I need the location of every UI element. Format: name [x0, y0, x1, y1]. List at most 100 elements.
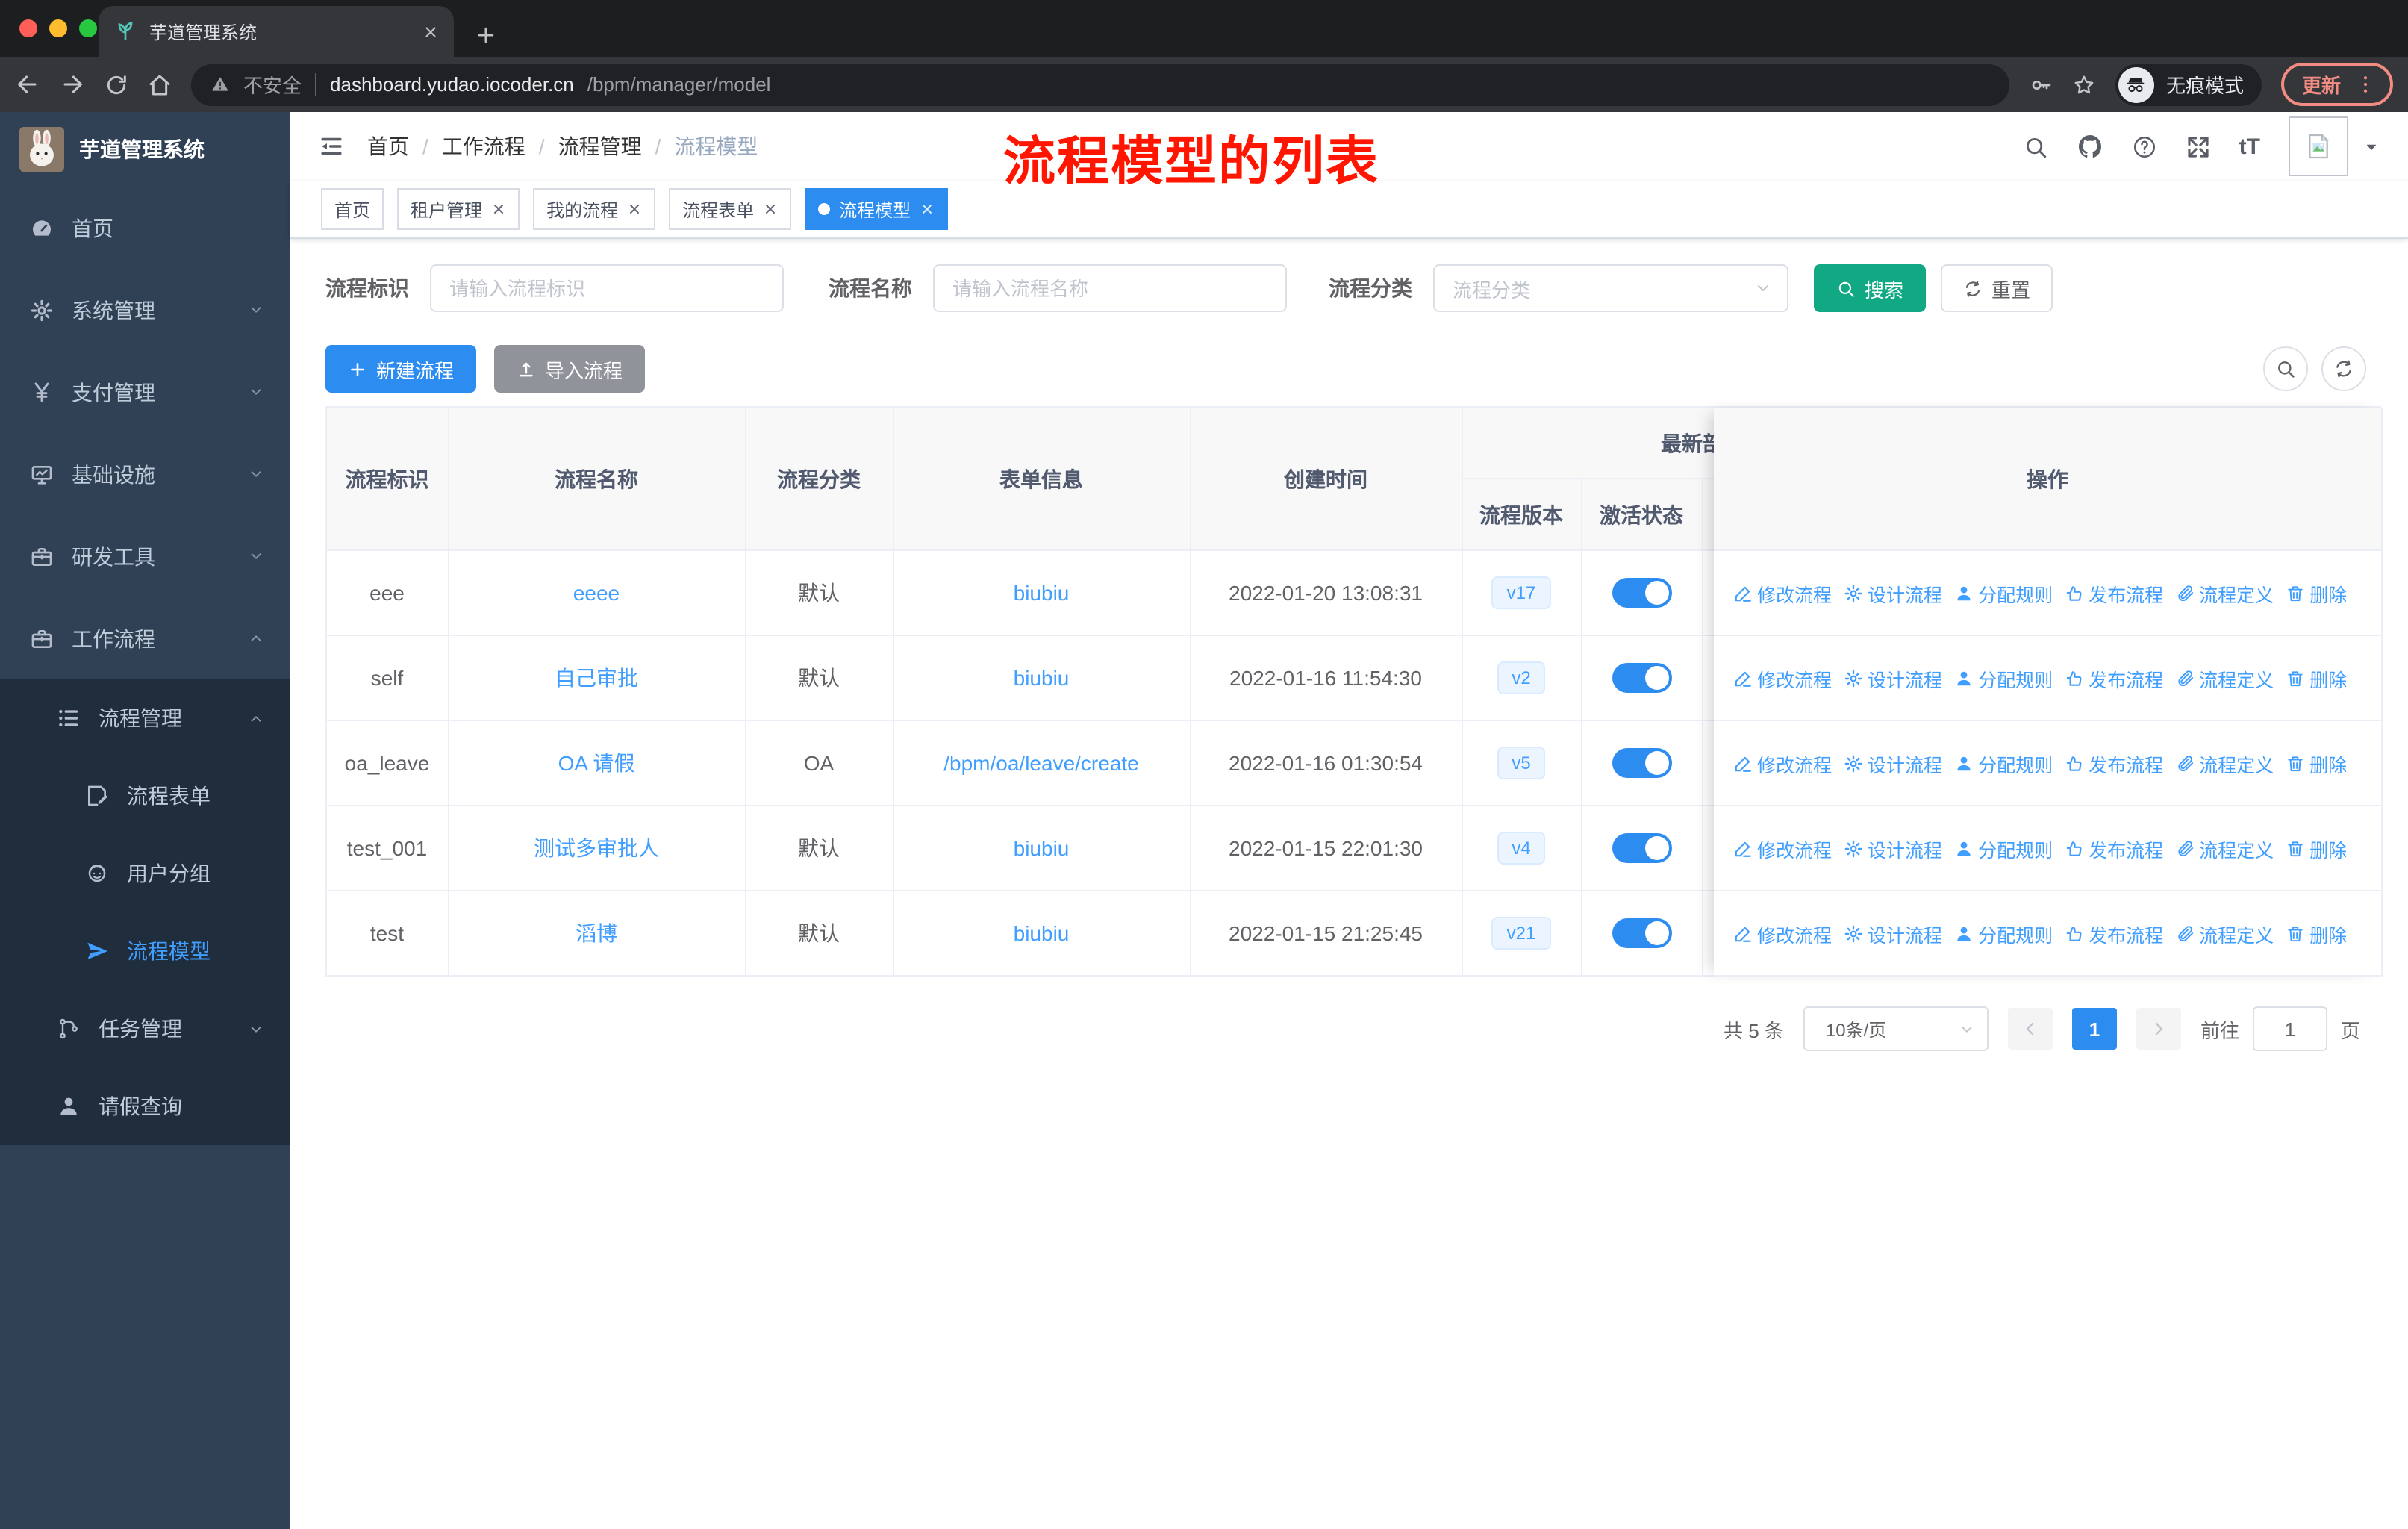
action-assign-link[interactable]: 分配规则: [1954, 664, 2053, 692]
cell-form-info-link[interactable]: biubiu: [1014, 836, 1070, 860]
reset-button[interactable]: 重置: [1941, 264, 2053, 312]
search-button[interactable]: 搜索: [1814, 264, 1927, 312]
tab-close-icon[interactable]: [422, 23, 439, 40]
browser-tab[interactable]: 芋道管理系统: [99, 6, 454, 57]
sidebar-item[interactable]: 流程管理: [0, 679, 290, 757]
bookmark-star-icon[interactable]: [2072, 72, 2096, 96]
action-publish-link[interactable]: 发布流程: [2065, 749, 2163, 777]
create-process-button[interactable]: 新建流程: [325, 345, 477, 393]
action-delete-link[interactable]: 删除: [2286, 664, 2347, 692]
github-icon[interactable]: [2077, 133, 2103, 160]
action-design-link[interactable]: 设计流程: [1844, 834, 1942, 862]
action-design-link[interactable]: 设计流程: [1844, 919, 1942, 947]
process-name-input[interactable]: [933, 264, 1287, 312]
prev-page-button[interactable]: [2007, 1008, 2053, 1050]
cell-form-info-link[interactable]: biubiu: [1014, 666, 1070, 690]
sidebar-item[interactable]: 流程表单: [0, 757, 290, 835]
back-button[interactable]: [15, 72, 40, 97]
sidebar-item[interactable]: 基础设施: [0, 433, 290, 515]
action-definition-link[interactable]: 流程定义: [2175, 919, 2274, 947]
action-delete-link[interactable]: 删除: [2286, 834, 2347, 862]
action-edit-link[interactable]: 修改流程: [1733, 749, 1832, 777]
sidebar-item[interactable]: 任务管理: [0, 990, 290, 1068]
page-number-button[interactable]: 1: [2071, 1008, 2117, 1050]
tag-active[interactable]: 流程模型: [805, 188, 949, 230]
sidebar-item[interactable]: 研发工具: [0, 515, 290, 597]
action-edit-link[interactable]: 修改流程: [1733, 834, 1832, 862]
refresh-table-button[interactable]: [2321, 346, 2366, 391]
action-definition-link[interactable]: 流程定义: [2175, 834, 2274, 862]
action-delete-link[interactable]: 删除: [2286, 749, 2347, 777]
activation-toggle[interactable]: [1612, 833, 1671, 863]
next-page-button[interactable]: [2136, 1008, 2181, 1050]
action-publish-link[interactable]: 发布流程: [2065, 834, 2163, 862]
browser-menu-icon[interactable]: [2354, 73, 2377, 96]
action-edit-link[interactable]: 修改流程: [1733, 579, 1832, 607]
update-button[interactable]: 更新: [2280, 63, 2393, 106]
category-select[interactable]: 流程分类: [1433, 264, 1788, 312]
activation-toggle[interactable]: [1612, 578, 1671, 608]
sidebar-item[interactable]: 工作流程: [0, 597, 290, 679]
import-process-button[interactable]: 导入流程: [494, 345, 646, 393]
action-assign-link[interactable]: 分配规则: [1954, 919, 2053, 947]
action-definition-link[interactable]: 流程定义: [2175, 749, 2274, 777]
action-edit-link[interactable]: 修改流程: [1733, 919, 1832, 947]
activation-toggle[interactable]: [1612, 663, 1671, 693]
home-button[interactable]: [148, 72, 172, 96]
avatar[interactable]: [2289, 116, 2348, 176]
cell-process-name-link[interactable]: 自己审批: [555, 666, 638, 690]
fullscreen-icon[interactable]: [2186, 134, 2211, 159]
cell-form-info-link[interactable]: biubiu: [1014, 921, 1070, 945]
action-assign-link[interactable]: 分配规则: [1954, 579, 2053, 607]
process-id-input[interactable]: [430, 264, 784, 312]
close-icon[interactable]: [491, 202, 506, 217]
reload-button[interactable]: [105, 72, 128, 96]
action-assign-link[interactable]: 分配规则: [1954, 834, 2053, 862]
cell-process-name-link[interactable]: OA 请假: [558, 751, 635, 775]
sidebar-fold-icon[interactable]: [318, 133, 345, 160]
tag-item[interactable]: 租户管理: [397, 188, 520, 230]
goto-page-input[interactable]: [2252, 1006, 2327, 1051]
forward-button[interactable]: [60, 72, 85, 97]
close-icon[interactable]: [763, 202, 778, 217]
sidebar-item[interactable]: 流程模型: [0, 912, 290, 990]
new-tab-button[interactable]: [475, 24, 497, 46]
avatar-caret-icon[interactable]: [2363, 138, 2380, 155]
action-definition-link[interactable]: 流程定义: [2175, 664, 2274, 692]
tag-item[interactable]: 流程表单: [669, 188, 792, 230]
sidebar-item[interactable]: 首页: [0, 187, 290, 269]
action-definition-link[interactable]: 流程定义: [2175, 579, 2274, 607]
cell-process-name-link[interactable]: 测试多审批人: [534, 836, 659, 860]
action-design-link[interactable]: 设计流程: [1844, 664, 1942, 692]
sidebar-item[interactable]: 用户分组: [0, 835, 290, 912]
url-bar[interactable]: 不安全 dashboard.yudao.iocoder.cn /bpm/mana…: [191, 63, 2009, 105]
show-search-button[interactable]: [2263, 346, 2308, 391]
breadcrumb-item[interactable]: 首页: [367, 131, 409, 161]
font-size-icon[interactable]: tT: [2239, 134, 2260, 159]
cell-form-info-link[interactable]: biubiu: [1014, 581, 1070, 605]
close-icon[interactable]: [920, 202, 935, 217]
minimize-window-button[interactable]: [49, 19, 67, 37]
action-publish-link[interactable]: 发布流程: [2065, 919, 2163, 947]
action-design-link[interactable]: 设计流程: [1844, 579, 1942, 607]
sidebar-item[interactable]: 系统管理: [0, 269, 290, 351]
action-edit-link[interactable]: 修改流程: [1733, 664, 1832, 692]
cell-process-name-link[interactable]: 滔博: [576, 921, 617, 945]
search-icon[interactable]: [2023, 134, 2048, 159]
tag-item[interactable]: 我的流程: [533, 188, 656, 230]
cell-form-info-link[interactable]: /bpm/oa/leave/create: [943, 751, 1139, 775]
breadcrumb-item[interactable]: 工作流程: [442, 131, 525, 161]
action-delete-link[interactable]: 删除: [2286, 579, 2347, 607]
password-key-icon[interactable]: [2029, 72, 2053, 96]
action-publish-link[interactable]: 发布流程: [2065, 664, 2163, 692]
activation-toggle[interactable]: [1612, 918, 1671, 948]
action-assign-link[interactable]: 分配规则: [1954, 749, 2053, 777]
close-window-button[interactable]: [19, 19, 37, 37]
action-design-link[interactable]: 设计流程: [1844, 749, 1942, 777]
action-publish-link[interactable]: 发布流程: [2065, 579, 2163, 607]
breadcrumb-item[interactable]: 流程管理: [558, 131, 642, 161]
action-delete-link[interactable]: 删除: [2286, 919, 2347, 947]
tag-item[interactable]: 首页: [321, 188, 384, 230]
help-icon[interactable]: [2132, 134, 2157, 159]
close-icon[interactable]: [627, 202, 642, 217]
